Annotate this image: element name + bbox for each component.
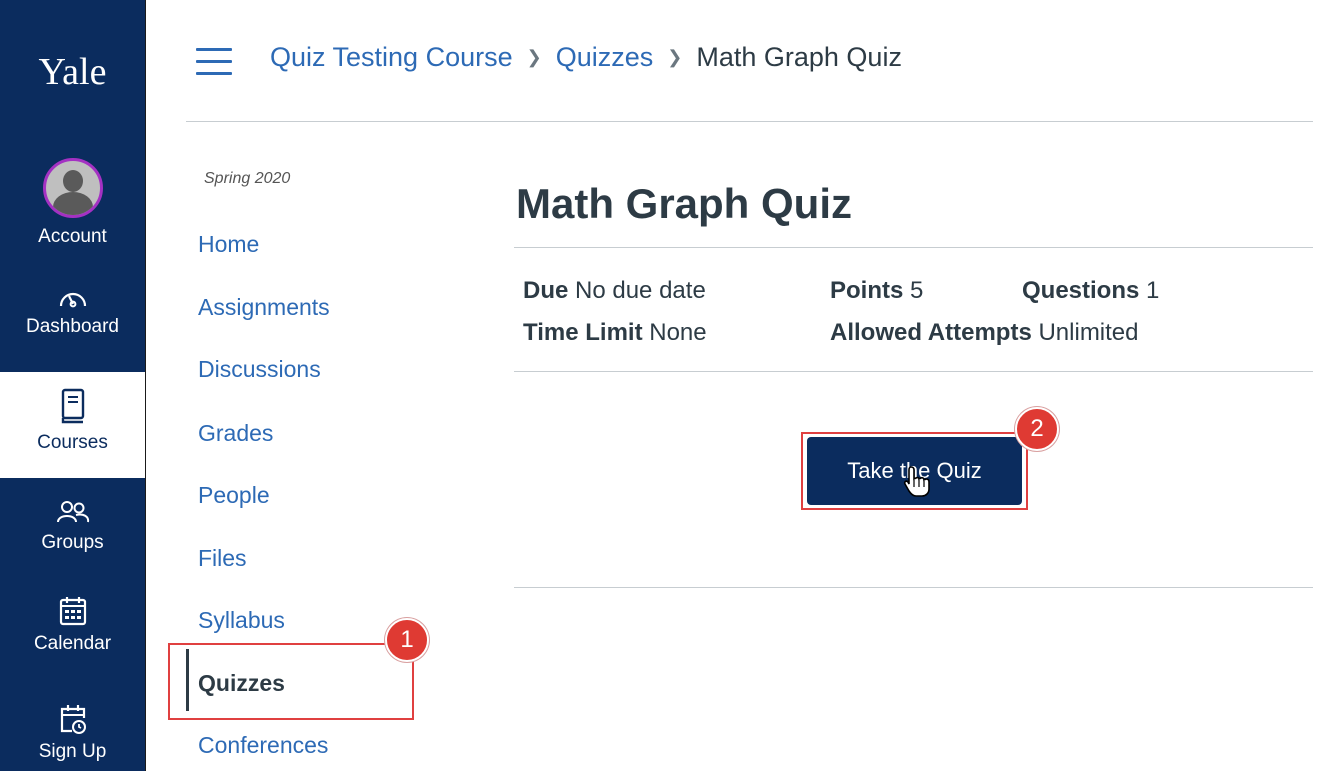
global-nav-signup[interactable]: Sign Up bbox=[0, 703, 145, 771]
due-value: No due date bbox=[575, 277, 706, 304]
details-divider bbox=[514, 371, 1313, 372]
course-nav-files[interactable]: Files bbox=[198, 545, 247, 572]
course-nav-home[interactable]: Home bbox=[198, 231, 259, 258]
due-label: Due bbox=[523, 277, 569, 304]
points-field: Points 5 bbox=[830, 277, 923, 305]
breadcrumb: Quiz Testing Course ❯ Quizzes ❯ Math Graph Q… bbox=[270, 42, 902, 73]
term-label: Spring 2020 bbox=[204, 170, 291, 187]
global-nav-calendar[interactable]: Calendar bbox=[0, 595, 145, 685]
time-limit-value: None bbox=[649, 319, 707, 346]
attempts-field: Allowed Attempts Unlimited bbox=[830, 319, 1139, 347]
page-title: Math Graph Quiz bbox=[516, 180, 852, 227]
chevron-right-icon: ❯ bbox=[526, 47, 542, 67]
step-badge-2: 2 bbox=[1015, 407, 1059, 451]
calendar-icon bbox=[59, 597, 86, 626]
attempts-label: Allowed Attempts bbox=[830, 319, 1032, 346]
course-nav-syllabus[interactable]: Syllabus bbox=[198, 607, 285, 634]
course-nav-discussions[interactable]: Discussions bbox=[198, 356, 321, 383]
global-nav-groups[interactable]: Groups bbox=[0, 500, 145, 580]
global-nav-dashboard[interactable]: Dashboard bbox=[0, 284, 145, 370]
step-badge-1: 1 bbox=[385, 618, 429, 662]
bottom-divider bbox=[514, 587, 1313, 588]
calendar-clock-icon bbox=[60, 705, 86, 734]
global-nav-groups-label: Groups bbox=[41, 532, 104, 553]
breadcrumb-quizzes[interactable]: Quizzes bbox=[556, 42, 654, 72]
global-nav-calendar-label: Calendar bbox=[33, 633, 112, 654]
global-nav-account-label: Account bbox=[38, 226, 107, 247]
points-label: Points bbox=[830, 277, 904, 304]
global-nav-courses-label: Courses bbox=[37, 432, 108, 453]
questions-label: Questions bbox=[1022, 277, 1140, 304]
time-limit-field: Time Limit None bbox=[523, 319, 707, 347]
questions-value: 1 bbox=[1146, 277, 1160, 304]
hamburger-icon[interactable] bbox=[196, 48, 232, 76]
dashboard-gauge-icon bbox=[59, 292, 86, 308]
book-icon bbox=[61, 388, 84, 424]
points-value: 5 bbox=[910, 277, 924, 304]
breadcrumb-course[interactable]: Quiz Testing Course bbox=[270, 42, 513, 72]
title-divider bbox=[514, 247, 1313, 248]
global-nav: Yale Account Dashboard Courses Groups Ca… bbox=[0, 0, 146, 771]
questions-field: Questions 1 bbox=[1022, 277, 1159, 305]
course-nav-grades[interactable]: Grades bbox=[198, 420, 273, 447]
global-nav-courses[interactable]: Courses bbox=[0, 372, 145, 478]
hand-cursor-icon bbox=[903, 466, 930, 497]
breadcrumb-current: Math Graph Quiz bbox=[696, 42, 902, 72]
groups-icon bbox=[56, 501, 89, 523]
chevron-right-icon: ❯ bbox=[667, 47, 683, 67]
avatar-icon bbox=[42, 158, 103, 218]
course-nav-people[interactable]: People bbox=[198, 482, 270, 509]
yale-logo[interactable]: Yale bbox=[0, 50, 145, 94]
global-nav-signup-label: Sign Up bbox=[38, 741, 107, 762]
due-field: Due No due date bbox=[523, 277, 706, 305]
course-nav-assignments[interactable]: Assignments bbox=[198, 294, 330, 321]
global-nav-account[interactable]: Account bbox=[0, 158, 145, 254]
highlight-box-quizzes bbox=[168, 643, 414, 720]
header-divider bbox=[186, 121, 1313, 122]
time-limit-label: Time Limit bbox=[523, 319, 643, 346]
global-nav-dashboard-label: Dashboard bbox=[26, 316, 119, 337]
course-nav-conferences[interactable]: Conferences bbox=[198, 732, 328, 759]
attempts-value: Unlimited bbox=[1038, 319, 1139, 346]
